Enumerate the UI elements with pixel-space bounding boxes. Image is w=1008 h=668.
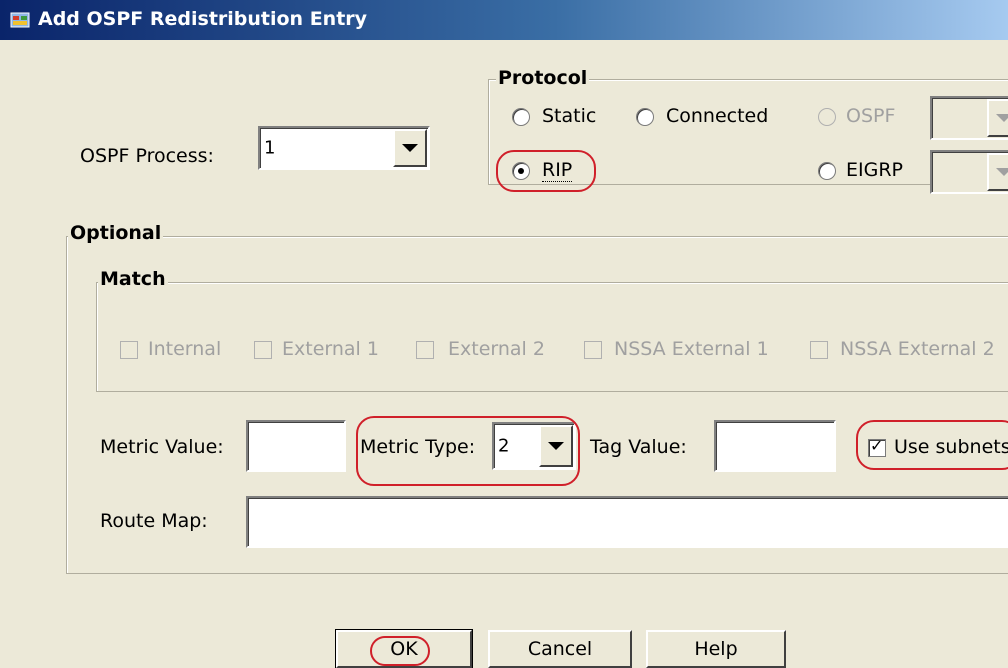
match-external1-checkbox[interactable] (254, 341, 272, 359)
match-external1-label: External 1 (282, 338, 379, 360)
app-icon (10, 12, 30, 28)
match-internal-checkbox[interactable] (120, 341, 138, 359)
ospf-process-select[interactable]: 1 (258, 126, 430, 170)
use-subnets-label: Use subnets (894, 436, 1008, 458)
ospf-process-label: OSPF Process: (80, 145, 214, 167)
ok-button-label: OK (390, 638, 418, 660)
ospf-process-dropdown-button[interactable] (393, 129, 427, 167)
radio-eigrp[interactable] (818, 162, 836, 180)
radio-connected-label: Connected (666, 105, 769, 127)
radio-selected-dot (518, 168, 524, 174)
optional-legend: Optional (68, 222, 164, 244)
match-internal-label: Internal (148, 338, 222, 360)
match-nssa-external1-label: NSSA External 1 (614, 338, 769, 360)
chevron-down-icon (996, 114, 1008, 122)
help-button[interactable]: Help (646, 630, 786, 668)
match-nssa-external2-checkbox[interactable] (810, 341, 828, 359)
ospf-process-value: 1 (264, 137, 276, 159)
protocol-legend: Protocol (496, 67, 590, 89)
chevron-down-icon (996, 168, 1008, 176)
match-legend: Match (98, 268, 168, 290)
ospf-protocol-dropdown-button[interactable] (987, 99, 1008, 137)
metric-type-dropdown-button[interactable] (539, 425, 573, 467)
match-nssa-external2-label: NSSA External 2 (840, 338, 995, 360)
title-bar[interactable]: Add OSPF Redistribution Entry (0, 0, 1008, 40)
window-title: Add OSPF Redistribution Entry (38, 8, 368, 30)
metric-value-input[interactable] (246, 420, 346, 472)
radio-ospf-label: OSPF (846, 105, 896, 127)
match-external2-checkbox[interactable] (416, 341, 434, 359)
radio-rip[interactable] (512, 162, 530, 180)
chevron-down-icon (402, 144, 418, 152)
cancel-button[interactable]: Cancel (488, 630, 632, 668)
match-nssa-external1-checkbox[interactable] (584, 341, 602, 359)
route-map-input[interactable] (246, 496, 1008, 548)
metric-value-label: Metric Value: (100, 436, 224, 458)
match-external2-label: External 2 (448, 338, 545, 360)
eigrp-dropdown-button[interactable] (987, 153, 1008, 191)
tag-value-label: Tag Value: (590, 436, 687, 458)
radio-static-label: Static (542, 105, 597, 127)
radio-rip-label: RIP (542, 159, 573, 182)
metric-type-value: 2 (498, 435, 510, 457)
ok-button[interactable]: OK (335, 629, 473, 668)
route-map-label: Route Map: (100, 510, 208, 532)
cancel-button-label: Cancel (527, 638, 593, 660)
metric-type-label: Metric Type: (360, 436, 476, 458)
metric-type-select[interactable]: 2 (492, 422, 576, 470)
use-subnets-checkbox[interactable]: ✓ (868, 436, 886, 457)
ospf-protocol-select[interactable] (930, 96, 1008, 140)
help-button-label: Help (694, 638, 738, 660)
radio-ospf[interactable] (818, 108, 836, 126)
eigrp-select[interactable] (930, 150, 1008, 194)
radio-connected[interactable] (636, 108, 654, 126)
tag-value-input[interactable] (714, 420, 836, 472)
radio-eigrp-label: EIGRP (846, 159, 903, 181)
match-group (96, 282, 1008, 392)
chevron-down-icon (548, 442, 564, 450)
check-icon: ✓ (870, 436, 884, 455)
radio-static[interactable] (512, 108, 530, 126)
